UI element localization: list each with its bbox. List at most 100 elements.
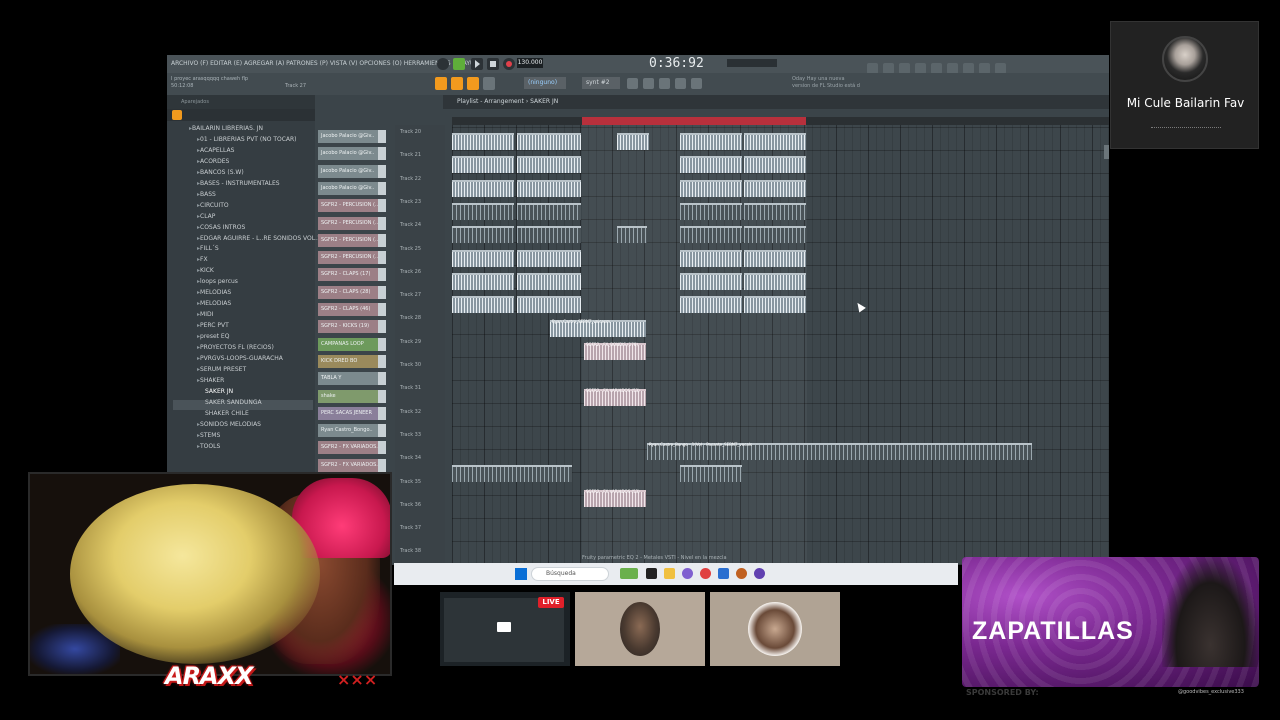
audio-clip[interactable]	[680, 133, 742, 150]
browser-item[interactable]: SONIDOS MELODIAS	[197, 421, 261, 428]
track-name[interactable]: Track 38	[400, 548, 421, 554]
channel-button[interactable]: PERC SACAS JENEER	[318, 406, 386, 420]
audio-clip[interactable]	[744, 133, 806, 150]
channel-button[interactable]: shake	[318, 389, 386, 403]
chat-icon[interactable]	[682, 568, 693, 579]
audio-clip[interactable]	[744, 273, 806, 290]
browser-item[interactable]: 01 - LIBRERIAS PVT (NO TOCAR)	[197, 136, 297, 143]
audio-clip[interactable]	[680, 203, 742, 220]
track-name[interactable]: Track 32	[400, 409, 421, 415]
browser-item[interactable]: SAKER SANDUNGA	[205, 399, 262, 406]
browser-item[interactable]: COSAS INTROS	[197, 224, 245, 231]
browser-item[interactable]: CLAP	[197, 213, 215, 220]
audio-clip[interactable]	[452, 203, 514, 220]
audio-clip[interactable]	[680, 296, 742, 313]
track-name[interactable]: Track 30	[400, 362, 421, 368]
browser-item[interactable]: BANCOS (S.W)	[197, 169, 244, 176]
audio-clip[interactable]	[680, 226, 742, 243]
browser-item[interactable]: MELODIAS	[197, 289, 231, 296]
plugin-icon[interactable]	[675, 78, 686, 89]
channel-button[interactable]: Jacobo Palacio @Giv..	[318, 147, 386, 161]
browser-item[interactable]: SHAKER CHILE	[205, 410, 249, 417]
browser-item[interactable]: BASES - INSTRUMENTALES	[197, 180, 280, 187]
browser-item[interactable]: ACAPELLAS	[197, 147, 234, 154]
channel-button[interactable]: KICK DRED BO	[318, 354, 386, 368]
track-name[interactable]: Track 21	[400, 152, 421, 158]
chrome-icon[interactable]	[700, 568, 711, 579]
audio-clip[interactable]	[452, 273, 514, 290]
channel-button[interactable]: Jacobo Palacio @Giv..	[318, 181, 386, 195]
pattern-song-toggle[interactable]	[453, 58, 465, 70]
audio-clip[interactable]	[680, 180, 742, 197]
track-name[interactable]: Track 22	[400, 176, 421, 182]
record-button[interactable]	[503, 58, 515, 70]
select-icon[interactable]	[467, 77, 479, 90]
browser-item[interactable]: MIDI	[197, 311, 213, 318]
stream-app-icon[interactable]	[754, 568, 765, 579]
browser-item[interactable]: BAILARIN LIBRERIAS. JN	[189, 125, 263, 132]
channel-button[interactable]: TABLA Y	[318, 372, 386, 386]
track-name[interactable]: Track 33	[400, 432, 421, 438]
browser-item[interactable]: FILL´S	[197, 245, 219, 252]
browser-item[interactable]: PVRGVS-LOOPS-GUARACHA	[197, 355, 283, 362]
audio-clip[interactable]: SGFR2 - FX VARIADOS (53)	[584, 388, 646, 406]
paint-icon[interactable]	[451, 77, 463, 90]
channel-button[interactable]: SGFR2 - PERCUSION (..	[318, 199, 386, 213]
browser-item[interactable]: CIRCUITO	[197, 202, 229, 209]
track-name[interactable]: Track 24	[400, 222, 421, 228]
track-name[interactable]: Track 20	[400, 129, 421, 135]
browser-item[interactable]: SAKER JN	[205, 388, 233, 395]
audio-clip[interactable]	[744, 203, 806, 220]
audio-clip[interactable]	[452, 226, 514, 243]
snap-icon[interactable]	[435, 77, 447, 90]
audio-clip[interactable]	[744, 180, 806, 197]
audio-clip[interactable]	[680, 465, 742, 482]
browser-item[interactable]: EDGAR AGUIRRE - L..RE SONIDOS VOL.1	[197, 235, 321, 242]
browser-item[interactable]: STEMS	[197, 432, 220, 439]
browser-item[interactable]: SHAKER	[197, 377, 224, 384]
car-app-icon[interactable]	[620, 568, 638, 579]
browser-item[interactable]: FX	[197, 256, 208, 263]
audio-clip[interactable]	[452, 296, 514, 313]
export-icon[interactable]	[691, 78, 702, 89]
channel-button[interactable]: SGFR2 - CLAPS (17)	[318, 268, 386, 282]
audio-clip[interactable]	[517, 156, 581, 173]
view-icon[interactable]	[627, 78, 638, 89]
track-name[interactable]: Track 37	[400, 525, 421, 531]
files-icon[interactable]	[664, 568, 675, 579]
browser-header[interactable]: Aparejados	[167, 95, 315, 109]
track-name[interactable]: Track 31	[400, 385, 421, 391]
browser-item[interactable]: loops percus	[197, 278, 238, 285]
track-name[interactable]: Track 27	[400, 292, 421, 298]
terminal-icon[interactable]	[646, 568, 657, 579]
sponsor-banner[interactable]: ZAPATILLAS	[962, 557, 1259, 687]
audio-clip[interactable]	[617, 226, 647, 243]
track-name[interactable]: Track 35	[400, 479, 421, 485]
channel-button[interactable]: SGFR2 - PERCUSION (..	[318, 251, 386, 265]
zoom-icon[interactable]	[483, 77, 495, 90]
audio-clip[interactable]	[452, 180, 514, 197]
browser-item[interactable]: TOOLS	[197, 443, 220, 450]
audio-clip[interactable]	[744, 226, 806, 243]
grid-icon[interactable]	[643, 78, 654, 89]
stop-button[interactable]	[487, 58, 499, 70]
folder-icon[interactable]	[718, 568, 729, 579]
channel-button[interactable]: SGFR2 - FX VARIADOS..	[318, 441, 386, 455]
audio-clip[interactable]	[517, 203, 581, 220]
metronome-icon[interactable]	[437, 58, 449, 70]
browser-item[interactable]: preset EQ	[197, 333, 229, 340]
audio-clip[interactable]	[452, 133, 514, 150]
pattern-selector[interactable]: (ninguno)	[524, 77, 566, 89]
channel-button[interactable]: SGFR2 - FX VARIADOS..	[318, 458, 386, 472]
track-name[interactable]: Track 34	[400, 455, 421, 461]
audio-clip[interactable]	[744, 250, 806, 267]
track-name[interactable]: Track 25	[400, 246, 421, 252]
browser-item[interactable]: KICK	[197, 267, 214, 274]
audio-clip[interactable]	[680, 273, 742, 290]
channel-button[interactable]: SGFR2 - PERCUSION (..	[318, 216, 386, 230]
track-name[interactable]: Track 28	[400, 315, 421, 321]
channel-button[interactable]: Jacobo Palacio @Giv..	[318, 130, 386, 143]
audio-clip[interactable]	[680, 250, 742, 267]
channel-button[interactable]: SGFR2 - CLAPS (46)	[318, 303, 386, 316]
audio-clip[interactable]	[744, 296, 806, 313]
